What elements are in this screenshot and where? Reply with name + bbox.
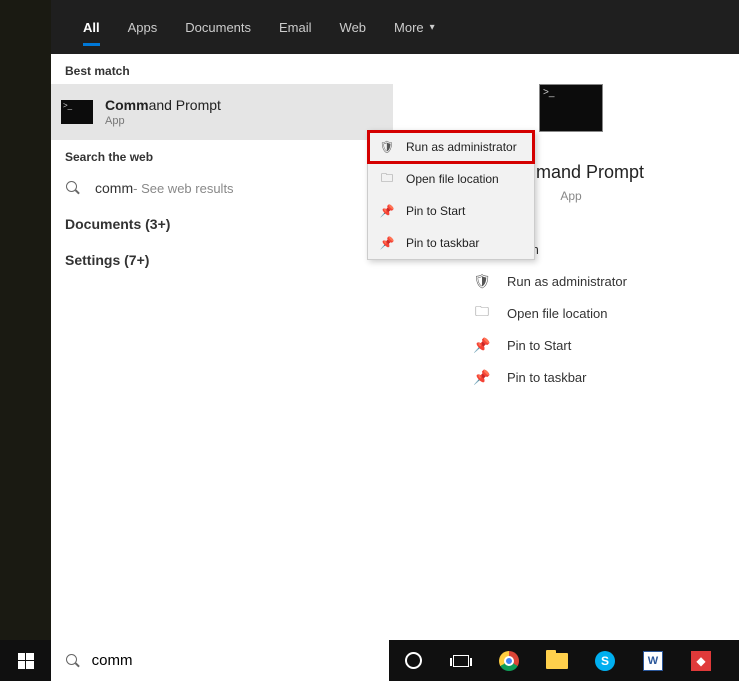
- search-web-header: Search the web: [51, 140, 393, 170]
- action-run-admin[interactable]: 🛡Run as administrator: [473, 265, 739, 297]
- tab-email[interactable]: Email: [265, 0, 326, 54]
- search-results-panel: All Apps Documents Email Web More▾ Best …: [51, 0, 739, 640]
- taskbar-app-chrome[interactable]: [485, 640, 533, 681]
- action-pin-start[interactable]: 📌Pin to Start: [473, 329, 739, 361]
- web-query-text: comm: [95, 180, 133, 196]
- search-tabs: All Apps Documents Email Web More▾: [51, 0, 739, 54]
- pin-icon: 📌: [378, 234, 396, 252]
- shield-icon: 🛡: [473, 272, 491, 290]
- best-match-title: Command Prompt: [105, 97, 221, 113]
- taskbar-app-explorer[interactable]: [533, 640, 581, 681]
- category-settings[interactable]: Settings (7+): [51, 242, 393, 278]
- file-explorer-icon: [546, 653, 568, 669]
- tab-more[interactable]: More▾: [380, 0, 449, 54]
- pin-icon: 📌: [473, 336, 491, 354]
- chrome-icon: [499, 651, 519, 671]
- task-view-icon: [453, 655, 469, 667]
- ctx-pin-taskbar[interactable]: 📌Pin to taskbar: [368, 227, 534, 259]
- action-open-location[interactable]: 🗀Open file location: [473, 297, 739, 329]
- ctx-run-admin[interactable]: 🛡Run as administrator: [368, 131, 534, 163]
- tab-web[interactable]: Web: [326, 0, 381, 54]
- ctx-open-location[interactable]: 🗀Open file location: [368, 163, 534, 195]
- command-prompt-icon: [61, 100, 93, 124]
- web-search-result[interactable]: comm - See web results: [51, 170, 393, 206]
- folder-icon: 🗀: [378, 170, 396, 188]
- search-icon: [65, 653, 80, 669]
- cortana-icon: [405, 652, 422, 669]
- shield-icon: 🛡: [378, 138, 396, 156]
- anydesk-icon: ◆: [691, 651, 711, 671]
- taskbar: S W ◆: [0, 640, 739, 681]
- search-icon: [65, 180, 81, 196]
- skype-icon: S: [595, 651, 615, 671]
- search-input[interactable]: [92, 652, 375, 669]
- best-match-command-prompt[interactable]: Command Prompt App: [51, 84, 393, 140]
- word-icon: W: [643, 651, 663, 671]
- taskbar-search-box[interactable]: [51, 640, 389, 681]
- best-match-subtitle: App: [105, 115, 221, 127]
- ctx-pin-start[interactable]: 📌Pin to Start: [368, 195, 534, 227]
- best-match-header: Best match: [51, 54, 393, 84]
- folder-icon: 🗀: [473, 304, 491, 322]
- chevron-down-icon: ▾: [430, 22, 435, 33]
- category-documents[interactable]: Documents (3+): [51, 206, 393, 242]
- task-view-button[interactable]: [437, 640, 485, 681]
- pin-icon: 📌: [473, 368, 491, 386]
- taskbar-app-anydesk[interactable]: ◆: [677, 640, 725, 681]
- tab-all[interactable]: All: [69, 0, 114, 54]
- pin-icon: 📌: [378, 202, 396, 220]
- start-button[interactable]: [0, 640, 51, 681]
- taskbar-app-word[interactable]: W: [629, 640, 677, 681]
- action-pin-taskbar[interactable]: 📌Pin to taskbar: [473, 361, 739, 393]
- desktop-left-strip: [0, 0, 51, 640]
- cortana-button[interactable]: [389, 640, 437, 681]
- context-menu: 🛡Run as administrator 🗀Open file locatio…: [367, 130, 535, 260]
- tab-apps[interactable]: Apps: [114, 0, 172, 54]
- web-sub-text: - See web results: [133, 181, 233, 196]
- taskbar-app-skype[interactable]: S: [581, 640, 629, 681]
- windows-logo-icon: [18, 653, 34, 669]
- results-left-column: Best match Command Prompt App Search the…: [51, 54, 393, 640]
- command-prompt-icon-large: [539, 84, 603, 132]
- tab-documents[interactable]: Documents: [171, 0, 265, 54]
